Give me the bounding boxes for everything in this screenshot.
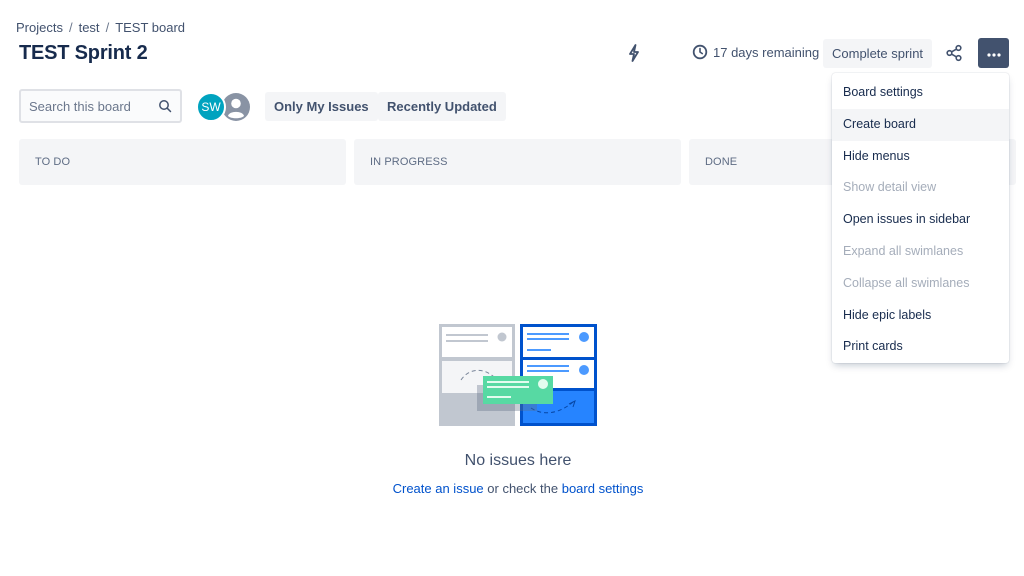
menu-item-create-board[interactable]: Create board — [832, 108, 1009, 141]
menu-item-show-detail-view: Show detail view — [843, 180, 937, 195]
avatar-initials: SW — [201, 100, 221, 114]
menu-item-board-settings[interactable]: Board settings — [832, 77, 1009, 109]
menu-item-hide-epic-labels[interactable]: Hide epic labels — [832, 300, 1009, 332]
page-title: TEST Sprint 2 — [19, 42, 148, 64]
empty-state-hint: Create an issue or check the board setti… — [0, 481, 1024, 496]
search-input[interactable] — [29, 98, 154, 114]
column-header-todo: TO DO — [19, 139, 346, 185]
sprint-remaining: 17 days remaining — [692, 44, 819, 60]
breadcrumb-projects[interactable]: Projects — [16, 20, 63, 35]
breadcrumb-board[interactable]: TEST board — [115, 20, 185, 35]
search-icon — [158, 99, 172, 113]
breadcrumb-separator: / — [68, 20, 73, 35]
column-header-in-progress: IN PROGRESS — [354, 139, 681, 185]
empty-state-hint-text: or check the — [483, 481, 562, 496]
create-issue-link[interactable]: Create an issue — [393, 481, 484, 496]
only-my-issues-filter[interactable]: Only My Issues — [265, 92, 378, 121]
board-actions-menu: Board settings Create board Hide menus S… — [832, 73, 1009, 363]
board-settings-link[interactable]: board settings — [562, 481, 644, 496]
menu-item-open-issues-in-sidebar[interactable]: Open issues in sidebar — [832, 204, 1009, 236]
breadcrumb-project-test[interactable]: test — [79, 20, 100, 35]
complete-sprint-button[interactable]: Complete sprint — [823, 39, 933, 68]
empty-state-title: No issues here — [464, 452, 572, 469]
menu-item-print-cards[interactable]: Print cards — [832, 331, 1009, 363]
search-field[interactable] — [19, 89, 182, 123]
breadcrumb: Projects / test / TEST board — [16, 20, 185, 35]
share-icon[interactable] — [945, 44, 963, 62]
empty-board-illustration — [439, 324, 597, 426]
more-button[interactable] — [978, 38, 1009, 68]
avatar-user[interactable]: SW — [196, 92, 226, 122]
more-icon — [986, 44, 1001, 62]
remaining-text: 17 days remaining — [713, 44, 820, 60]
power-icon[interactable] — [625, 43, 643, 63]
recently-updated-filter[interactable]: Recently Updated — [378, 92, 506, 121]
menu-item-expand-all-swimlanes: Expand all swimlanes — [843, 243, 964, 258]
breadcrumb-separator: / — [105, 20, 110, 35]
menu-item-hide-menus[interactable]: Hide menus — [832, 141, 1009, 173]
menu-item-collapse-all-swimlanes: Collapse all swimlanes — [843, 275, 970, 290]
clock-icon — [692, 44, 708, 60]
